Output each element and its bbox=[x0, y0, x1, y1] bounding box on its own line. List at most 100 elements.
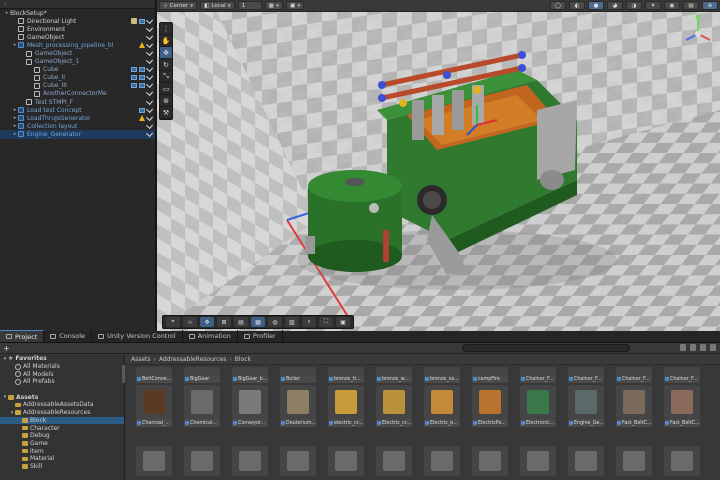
asset-item[interactable]: Chainer_F... bbox=[664, 367, 700, 383]
star-icon[interactable] bbox=[700, 344, 706, 351]
scene-view[interactable]: ⊹ Center ▼ ◧ Local ▼ 1 ▦ ▼ ▣ ▼ ◯ ◐ ● ◕ ◑ ✦ ◉ ▤… bbox=[157, 0, 720, 331]
move-tool-button[interactable]: ✥ bbox=[160, 47, 172, 59]
scene-viewport[interactable] bbox=[157, 0, 720, 331]
overlay-button-10[interactable]: ⛶ bbox=[319, 317, 333, 327]
asset-item[interactable]: BeltConve... bbox=[136, 367, 172, 383]
hierarchy-item[interactable]: Cube bbox=[0, 65, 155, 74]
folder-tree-item[interactable]: All Materials bbox=[0, 363, 124, 371]
folder-tree-item[interactable]: All Prefabs bbox=[0, 378, 124, 386]
shaded-toggle[interactable]: ◐ bbox=[569, 1, 585, 10]
asset-item[interactable]: Fast_BeltC... bbox=[616, 385, 652, 427]
audio-toggle[interactable]: ◑ bbox=[626, 1, 642, 10]
asset-item[interactable]: bronze_w... bbox=[376, 367, 412, 383]
tab-profiler[interactable]: Profiler bbox=[238, 330, 283, 342]
hierarchy-item[interactable]: ▸ LoadThruJsGenerator bbox=[0, 113, 155, 122]
folder-tree-item[interactable]: Skill bbox=[0, 463, 124, 471]
space-dropdown[interactable]: ◧ Local ▼ bbox=[200, 1, 235, 10]
hierarchy-item[interactable]: GameObject bbox=[0, 32, 155, 41]
folder-tree-item[interactable]: ▾ ★ Favorites bbox=[0, 355, 124, 363]
folder-tree-item[interactable]: Debug bbox=[0, 432, 124, 440]
asset-item[interactable]: BigGear_b... bbox=[232, 367, 268, 383]
asset-item[interactable]: Conveyor... bbox=[232, 385, 268, 427]
asset-item[interactable]: Boiler bbox=[280, 367, 316, 383]
hierarchy-item[interactable]: ▸ Engine_Generator bbox=[0, 129, 155, 139]
overlay-button-9[interactable]: ⌕ bbox=[302, 317, 316, 327]
hidden-objects-toggle[interactable]: ◉ bbox=[664, 1, 680, 10]
wireframe-toggle[interactable]: ◯ bbox=[550, 1, 566, 10]
asset-item[interactable] bbox=[616, 446, 652, 476]
asset-item[interactable]: Electronic... bbox=[520, 385, 556, 427]
folder-tree-item[interactable]: Material bbox=[0, 455, 124, 463]
asset-item[interactable] bbox=[568, 446, 604, 476]
project-search-input[interactable] bbox=[462, 344, 630, 352]
eye-icon[interactable] bbox=[710, 344, 716, 351]
asset-item[interactable]: Chainer_F... bbox=[520, 367, 556, 383]
overlay-button-5[interactable]: ▤ bbox=[234, 317, 248, 327]
asset-item[interactable]: Electric_p... bbox=[424, 385, 460, 427]
hierarchy-item[interactable]: Test STMPI_F bbox=[0, 97, 155, 106]
asset-item[interactable] bbox=[232, 446, 268, 476]
asset-item[interactable]: Engine_Ge... bbox=[568, 385, 604, 427]
effects-toggle[interactable]: ✦ bbox=[645, 1, 661, 10]
hierarchy-item[interactable]: Directional Light bbox=[0, 16, 155, 25]
folder-tree-item[interactable]: Item bbox=[0, 447, 124, 455]
asset-item[interactable]: electric_cr... bbox=[328, 385, 364, 427]
folder-tree-item[interactable]: ▾ Assets bbox=[0, 393, 124, 401]
folder-tree-item[interactable]: Game bbox=[0, 440, 124, 448]
overlay-button-1[interactable]: ⌖ bbox=[166, 317, 180, 327]
hierarchy-item[interactable]: AnotherConnectorMe bbox=[0, 89, 155, 98]
asset-item[interactable] bbox=[136, 446, 172, 476]
hierarchy-search-bar[interactable]: ⌕ bbox=[0, 0, 155, 9]
increment-snap-button[interactable]: ▣ ▼ bbox=[286, 1, 305, 10]
breadcrumb-item[interactable]: Block bbox=[235, 356, 251, 363]
asset-item[interactable]: Electric_cr... bbox=[376, 385, 412, 427]
asset-item[interactable]: Chainer_F... bbox=[616, 367, 652, 383]
hierarchy-item[interactable]: Environment bbox=[0, 24, 155, 33]
add-asset-button[interactable]: + bbox=[3, 344, 10, 353]
overlay-button-4[interactable]: ⊠ bbox=[217, 317, 231, 327]
hierarchy-item[interactable]: Cube_II bbox=[0, 73, 155, 82]
orientation-gizmo[interactable] bbox=[680, 12, 716, 52]
hierarchy-item[interactable]: ▸ Mesh_processing_pipeline_bl bbox=[0, 40, 155, 49]
overlay-button-7[interactable]: ◍ bbox=[268, 317, 282, 327]
hierarchy-item[interactable]: ▸ BlockSetup* bbox=[0, 9, 720, 340]
breadcrumb-item[interactable]: Assets bbox=[131, 356, 151, 363]
asset-item[interactable]: bronze_fr... bbox=[328, 367, 364, 383]
view-tool-button[interactable]: ✋ bbox=[160, 35, 172, 47]
folder-tree-item[interactable]: All Models bbox=[0, 370, 124, 378]
tree-scrollbar[interactable] bbox=[122, 365, 125, 383]
lit-toggle[interactable]: ● bbox=[588, 1, 604, 10]
hierarchy-item[interactable]: GameObject bbox=[0, 48, 155, 57]
folder-tree-item[interactable]: Block bbox=[0, 416, 124, 425]
breadcrumb-item[interactable]: AddressableResources bbox=[159, 356, 226, 363]
overlay-button-8[interactable]: ▧ bbox=[285, 317, 299, 327]
asset-item[interactable] bbox=[520, 446, 556, 476]
overlay-button-3[interactable]: ✥ bbox=[200, 317, 214, 327]
tab-version-control[interactable]: Unity Version Control bbox=[92, 330, 183, 342]
overlay-button-11[interactable]: ▣ bbox=[336, 317, 350, 327]
tab-project[interactable]: Project bbox=[0, 330, 45, 342]
pivot-dropdown[interactable]: ⊹ Center ▼ bbox=[159, 1, 198, 10]
folder-tree-item[interactable]: Character bbox=[0, 424, 124, 432]
asset-item[interactable] bbox=[664, 446, 700, 476]
overlay-button-6[interactable]: ▦ bbox=[251, 317, 265, 327]
hierarchy-item[interactable]: Cube_III bbox=[0, 81, 155, 90]
asset-item[interactable]: campFire bbox=[472, 367, 508, 383]
asset-item[interactable]: ElectricPo... bbox=[472, 385, 508, 427]
rotate-tool-button[interactable]: ↻ bbox=[160, 59, 172, 71]
asset-item[interactable] bbox=[328, 446, 364, 476]
filter-type-icon[interactable] bbox=[680, 344, 686, 351]
hierarchy-item[interactable]: ▸ Load test Concept bbox=[0, 105, 155, 114]
twod-toggle[interactable]: ◕ bbox=[607, 1, 623, 10]
filter-label-icon[interactable] bbox=[690, 344, 696, 351]
transform-tool-button[interactable]: ⊛ bbox=[160, 95, 172, 107]
asset-item[interactable]: Chainer_F... bbox=[568, 367, 604, 383]
hierarchy-item[interactable]: ▸ Collection layout bbox=[0, 121, 155, 130]
asset-item[interactable]: Deuterium... bbox=[280, 385, 316, 427]
overlay-button-2[interactable]: ⊹ bbox=[183, 317, 197, 327]
asset-item[interactable] bbox=[280, 446, 316, 476]
custom-tool-button[interactable]: ⚒ bbox=[160, 107, 172, 119]
tab-animation[interactable]: Animation bbox=[183, 330, 238, 342]
asset-item[interactable]: Charcoal_... bbox=[136, 385, 172, 427]
tool-menu-button[interactable]: ⋮ bbox=[160, 23, 172, 35]
